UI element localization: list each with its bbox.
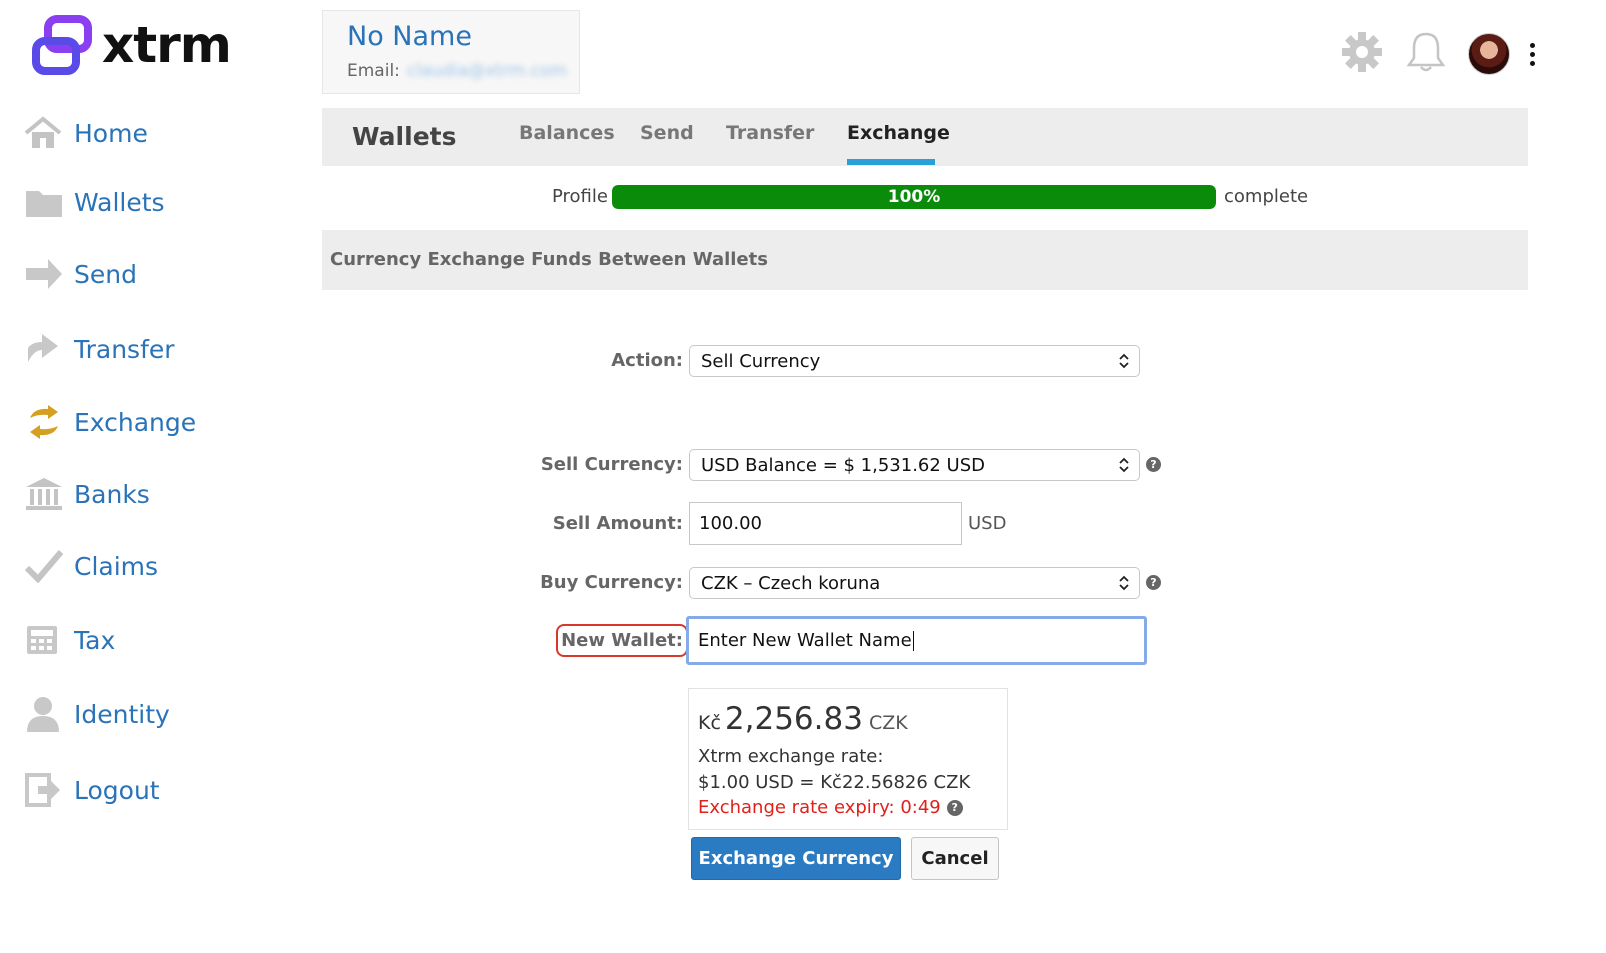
- sell-amount-unit: USD: [968, 513, 1007, 534]
- new-wallet-input[interactable]: Enter New Wallet Name: [686, 616, 1147, 665]
- new-wallet-value: Enter New Wallet Name: [698, 630, 912, 651]
- xtrm-logo-icon: [32, 15, 92, 75]
- new-wallet-label: New Wallet:: [561, 630, 683, 651]
- sidebar-item-banks[interactable]: Banks: [24, 469, 264, 519]
- wallets-tab-bar: Wallets Balances Send Transfer Exchange: [322, 108, 1528, 166]
- sidebar-item-transfer[interactable]: Transfer: [24, 324, 264, 374]
- sidebar-item-tax[interactable]: Tax: [24, 615, 264, 665]
- sidebar-item-label: Identity: [74, 699, 170, 729]
- xtrm-logo[interactable]: xtrm: [32, 14, 232, 76]
- sidebar-item-label: Home: [74, 118, 148, 148]
- buy-currency-select[interactable]: CZK – Czech koruna: [689, 567, 1140, 599]
- sidebar-item-label: Tax: [74, 625, 116, 655]
- rate-label: Xtrm exchange rate:: [698, 746, 884, 767]
- bell-icon[interactable]: [1406, 30, 1446, 78]
- help-icon[interactable]: ?: [1146, 575, 1161, 590]
- buy-currency-label: Buy Currency:: [540, 572, 683, 593]
- sidebar-item-label: Transfer: [74, 334, 175, 364]
- progress-suffix: complete: [1224, 186, 1309, 207]
- brand-name: xtrm: [102, 16, 232, 74]
- help-icon[interactable]: ?: [1146, 457, 1161, 472]
- section-header: Currency Exchange Funds Between Wallets: [322, 230, 1528, 290]
- calculator-icon: [24, 620, 68, 660]
- folder-icon: [24, 182, 68, 222]
- sidebar-item-wallets[interactable]: Wallets: [24, 177, 264, 227]
- logout-icon: [24, 770, 68, 810]
- bank-icon: [24, 474, 68, 514]
- profile-email-label: Email:: [347, 61, 400, 81]
- sell-currency-select-value: USD Balance = $ 1,531.62 USD: [701, 454, 986, 476]
- tab-balances[interactable]: Balances: [519, 122, 615, 144]
- cancel-button[interactable]: Cancel: [911, 837, 999, 880]
- sidebar-item-label: Exchange: [74, 407, 197, 437]
- rate-expiry: Exchange rate expiry: 0:49 ?: [698, 797, 963, 818]
- sidebar-item-label: Banks: [74, 479, 150, 509]
- currency-symbol: Kč: [698, 712, 721, 734]
- sidebar-item-claims[interactable]: Claims: [24, 541, 264, 591]
- select-arrows-icon: [1119, 353, 1129, 369]
- select-arrows-icon: [1119, 457, 1129, 473]
- sell-amount-value: 100.00: [699, 513, 762, 534]
- sidebar-item-label: Send: [74, 259, 137, 289]
- avatar[interactable]: [1468, 33, 1510, 75]
- sidebar-item-label: Wallets: [74, 187, 165, 217]
- sidebar-item-logout[interactable]: Logout: [24, 765, 264, 815]
- sidebar-item-send[interactable]: Send: [24, 249, 264, 299]
- checkmark-icon: [24, 546, 68, 586]
- home-icon: [24, 113, 68, 153]
- header-actions: [1318, 30, 1536, 78]
- converted-value: 2,256.83: [724, 701, 863, 737]
- rate-value: $1.00 USD = Kč22.56826 CZK: [698, 772, 971, 793]
- exchange-arrows-icon: [24, 402, 68, 442]
- buy-currency-select-value: CZK – Czech koruna: [701, 572, 881, 594]
- sidebar-item-identity[interactable]: Identity: [24, 689, 264, 739]
- sell-currency-label: Sell Currency:: [540, 454, 683, 475]
- arrow-right-icon: [24, 254, 68, 294]
- sell-amount-label: Sell Amount:: [552, 513, 683, 534]
- sidebar-item-home[interactable]: Home: [24, 108, 264, 158]
- action-label: Action:: [611, 350, 683, 371]
- user-icon: [24, 694, 68, 734]
- profile-email-value: claudia@xtrm.com: [407, 61, 567, 81]
- sidebar-item-label: Logout: [74, 775, 160, 805]
- converted-amount: Kč 2,256.83 CZK: [698, 701, 908, 737]
- more-menu-icon[interactable]: [1528, 41, 1536, 68]
- exchange-quote-box: Kč 2,256.83 CZK Xtrm exchange rate: $1.0…: [688, 688, 1008, 830]
- progress-fill: 100%: [612, 185, 1216, 209]
- sidebar-item-exchange[interactable]: Exchange: [24, 397, 264, 447]
- action-select-value: Sell Currency: [701, 350, 821, 372]
- gear-icon[interactable]: [1340, 30, 1384, 78]
- active-tab-indicator: [847, 159, 935, 165]
- tab-send[interactable]: Send: [640, 122, 694, 144]
- profile-name[interactable]: No Name: [347, 21, 472, 52]
- select-arrows-icon: [1119, 575, 1129, 591]
- sidebar-item-label: Claims: [74, 551, 159, 581]
- sell-currency-select[interactable]: USD Balance = $ 1,531.62 USD: [689, 449, 1140, 481]
- sell-amount-input[interactable]: 100.00: [689, 502, 962, 545]
- profile-card: No Name Email: claudia@xtrm.com: [322, 10, 580, 94]
- transfer-arrow-icon: [24, 329, 68, 369]
- tab-exchange[interactable]: Exchange: [847, 122, 950, 144]
- exchange-currency-button[interactable]: Exchange Currency: [691, 837, 901, 880]
- rate-expiry-text: Exchange rate expiry: 0:49: [698, 797, 941, 818]
- action-select[interactable]: Sell Currency: [689, 345, 1140, 377]
- profile-progress-bar: 100%: [612, 185, 1216, 209]
- progress-label: Profile: [552, 186, 608, 207]
- currency-code: CZK: [868, 712, 908, 734]
- tab-transfer[interactable]: Transfer: [726, 122, 814, 144]
- section-title: Currency Exchange Funds Between Wallets: [330, 249, 768, 270]
- page-title: Wallets: [352, 122, 457, 151]
- text-cursor: [912, 630, 914, 651]
- help-icon[interactable]: ?: [946, 799, 963, 816]
